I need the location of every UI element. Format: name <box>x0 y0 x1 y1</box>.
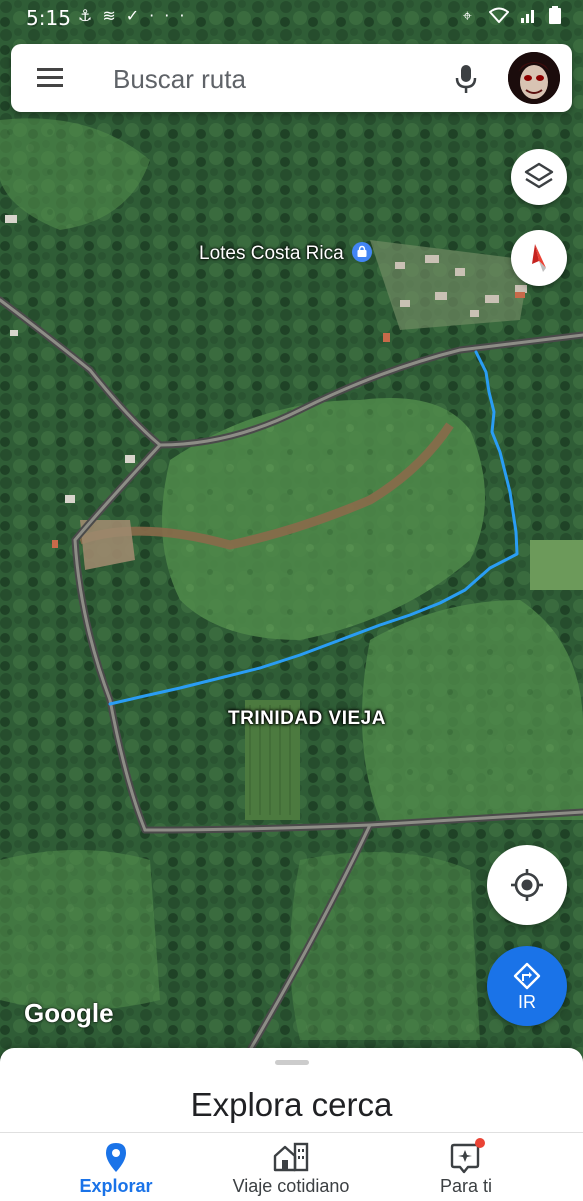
search-input[interactable]: Buscar ruta <box>113 64 246 95</box>
location-pin-icon: ⌖ <box>462 6 478 25</box>
google-logo: Google <box>24 998 114 1028</box>
anchor-icon: ⚓ <box>78 6 103 25</box>
tab-for-you[interactable]: Para ti <box>416 1133 516 1201</box>
sheet-handle[interactable] <box>275 1060 309 1065</box>
layers-icon <box>524 162 554 189</box>
commute-icon <box>273 1142 309 1172</box>
poi-label[interactable]: Lotes Costa Rica <box>199 241 373 265</box>
layers-stack-icon: ≋ <box>102 6 126 25</box>
my-location-button[interactable] <box>487 845 567 925</box>
tab-explore-label: Explorar <box>79 1176 153 1196</box>
wifi-icon <box>488 7 510 24</box>
status-time: 5:15 <box>26 6 71 30</box>
tab-for-you-label: Para ti <box>439 1176 493 1196</box>
shopping-bag-icon <box>351 242 372 262</box>
menu-icon[interactable] <box>37 68 63 88</box>
signal-icon <box>520 10 534 23</box>
sparkle-icon <box>450 1138 485 1174</box>
check-flag-icon: ✓ <box>125 6 150 25</box>
status-bar: 5:15 ⚓≋✓··· ⌖ <box>0 0 583 36</box>
tab-explore[interactable]: Explorar <box>56 1133 176 1201</box>
sheet-title: Explora cerca <box>190 1086 393 1123</box>
location-pin-icon <box>106 1143 126 1172</box>
tab-commute[interactable]: Viaje cotidiano <box>216 1133 366 1201</box>
compass-button[interactable] <box>511 230 567 286</box>
search-bar[interactable]: Buscar ruta <box>11 44 572 112</box>
avatar[interactable] <box>508 52 560 104</box>
status-left-icons: ⚓≋✓··· <box>78 6 194 25</box>
tab-commute-label: Viaje cotidiano <box>232 1176 350 1196</box>
status-right-icons: ⌖ <box>463 6 561 26</box>
poi-name: Lotes Costa Rica <box>199 243 344 264</box>
layers-button[interactable] <box>511 149 567 205</box>
compass-icon <box>532 244 546 272</box>
crosshair-icon <box>511 869 543 901</box>
more-dots-icon: ··· <box>149 6 195 25</box>
battery-icon <box>549 6 561 24</box>
explore-sheet[interactable]: Explora cerca <box>0 1048 583 1134</box>
microphone-icon[interactable] <box>454 64 478 94</box>
directions-button[interactable]: IR <box>487 946 567 1026</box>
notification-dot <box>475 1138 485 1148</box>
directions-label: IR <box>518 992 536 1012</box>
area-label: TRINIDAD VIEJA <box>228 708 386 729</box>
bottom-navigation: Explorar Viaje cotidiano Para ti <box>0 1132 583 1201</box>
